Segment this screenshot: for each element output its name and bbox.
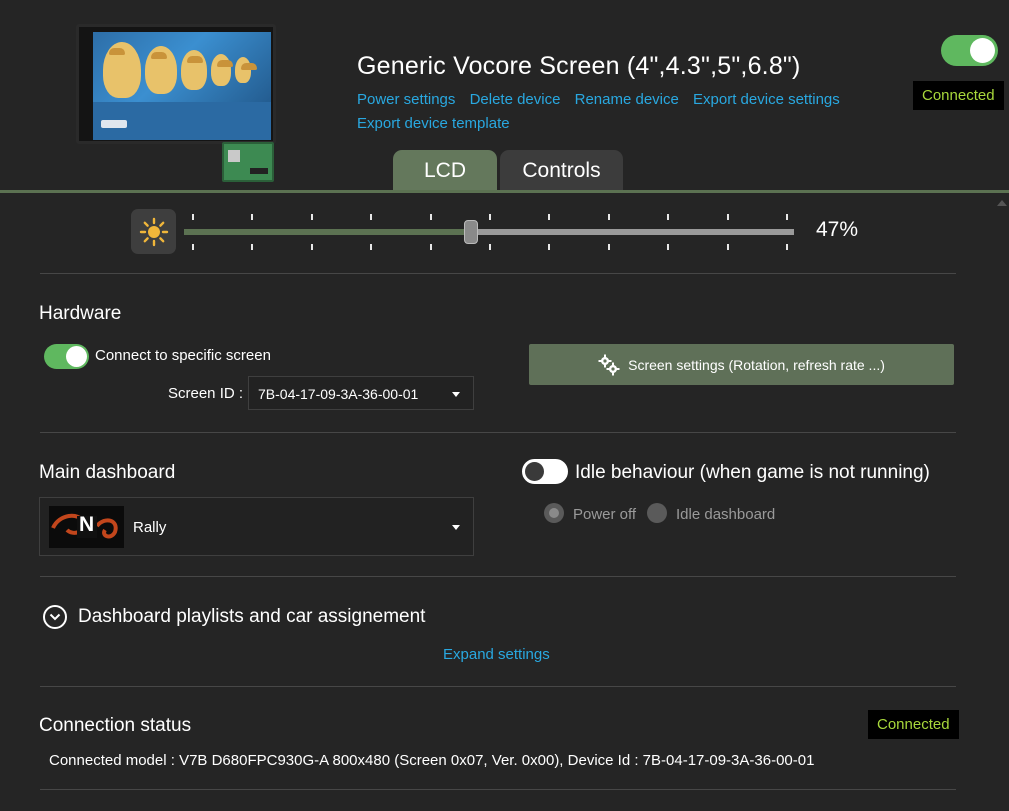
idle-dashboard-radio[interactable] — [647, 503, 667, 523]
device-image — [76, 24, 276, 184]
tab-lcd[interactable]: LCD — [393, 150, 497, 192]
connect-specific-label: Connect to specific screen — [95, 347, 271, 364]
device-enable-toggle[interactable] — [941, 35, 998, 66]
connection-details: Connected model : V7B D680FPC930G-A 800x… — [49, 752, 815, 769]
screen-settings-button[interactable]: Screen settings (Rotation, refresh rate … — [529, 344, 954, 385]
connection-status-badge: Connected — [868, 710, 959, 739]
idle-behaviour-toggle[interactable] — [522, 459, 568, 484]
slider-tick — [667, 244, 669, 250]
slider-tick — [608, 214, 610, 220]
slider-tick — [192, 244, 194, 250]
slider-tick — [489, 244, 491, 250]
power-settings-link[interactable]: Power settings — [357, 91, 455, 108]
divider — [40, 432, 956, 433]
slider-tick — [192, 214, 194, 220]
power-off-radio[interactable] — [544, 503, 564, 523]
slider-tick — [667, 214, 669, 220]
slider-tick — [311, 214, 313, 220]
screen-id-label: Screen ID : — [168, 385, 244, 402]
device-title: Generic Vocore Screen (4",4.3",5",6.8") — [357, 52, 801, 80]
slider-tick — [727, 214, 729, 220]
slider-tick — [430, 244, 432, 250]
screen-panel — [76, 24, 276, 144]
slider-tick — [548, 244, 550, 250]
pcb-board — [222, 142, 274, 182]
divider — [40, 686, 956, 687]
export-device-template-link[interactable]: Export device template — [357, 115, 510, 132]
slider-tick — [727, 244, 729, 250]
dashboard-thumbnail: N — [49, 506, 124, 548]
slider-tick — [608, 244, 610, 250]
chevron-down-icon — [452, 525, 460, 530]
main-dashboard-title: Main dashboard — [39, 462, 176, 483]
power-off-label: Power off — [573, 506, 637, 523]
delete-device-link[interactable]: Delete device — [470, 91, 561, 108]
expand-settings-link[interactable]: Expand settings — [443, 646, 550, 663]
scroll-up-icon[interactable] — [997, 200, 1007, 206]
gears-icon — [598, 354, 620, 375]
slider-tick — [786, 214, 788, 220]
rename-device-link[interactable]: Rename device — [575, 91, 679, 108]
connect-specific-toggle[interactable] — [44, 344, 89, 369]
slider-tick — [251, 214, 253, 220]
connection-status-title: Connection status — [39, 715, 192, 736]
divider — [40, 273, 956, 274]
slider-tick — [430, 214, 432, 220]
status-badge: Connected — [913, 81, 1004, 110]
device-actions: Power settings Delete device Rename devi… — [357, 91, 897, 139]
slider-tick — [370, 214, 372, 220]
screen-id-dropdown[interactable]: 7B-04-17-09-3A-36-00-01 — [248, 376, 474, 410]
slider-tick — [489, 214, 491, 220]
sun-icon — [139, 217, 168, 246]
divider — [40, 789, 956, 790]
hardware-title: Hardware — [39, 303, 122, 324]
divider — [40, 576, 956, 577]
screen-id-value: 7B-04-17-09-3A-36-00-01 — [258, 386, 419, 402]
tab-underline — [0, 190, 1009, 193]
gear-indicator: N — [79, 513, 95, 536]
screen-wallpaper — [93, 32, 271, 140]
idle-dashboard-label: Idle dashboard — [676, 506, 776, 523]
tab-controls[interactable]: Controls — [500, 150, 623, 192]
slider-tick — [548, 214, 550, 220]
brightness-value: 47% — [816, 218, 859, 241]
idle-behaviour-label: Idle behaviour (when game is not running… — [575, 462, 930, 483]
export-device-settings-link[interactable]: Export device settings — [693, 91, 840, 108]
brightness-slider[interactable] — [184, 212, 794, 252]
slider-tick — [786, 244, 788, 250]
slider-thumb[interactable] — [464, 220, 478, 244]
playlists-title: Dashboard playlists and car assignement — [78, 606, 426, 627]
expand-playlists-button[interactable] — [43, 605, 67, 629]
dashboard-name: Rally — [133, 519, 167, 536]
screen-settings-label: Screen settings (Rotation, refresh rate … — [628, 356, 885, 373]
brightness-button[interactable] — [131, 209, 176, 254]
dashboard-dropdown[interactable]: N Rally — [39, 497, 474, 556]
slider-tick — [251, 244, 253, 250]
slider-tick — [311, 244, 313, 250]
chevron-down-icon — [452, 392, 460, 397]
chevron-down-icon — [49, 613, 61, 621]
slider-tick — [370, 244, 372, 250]
